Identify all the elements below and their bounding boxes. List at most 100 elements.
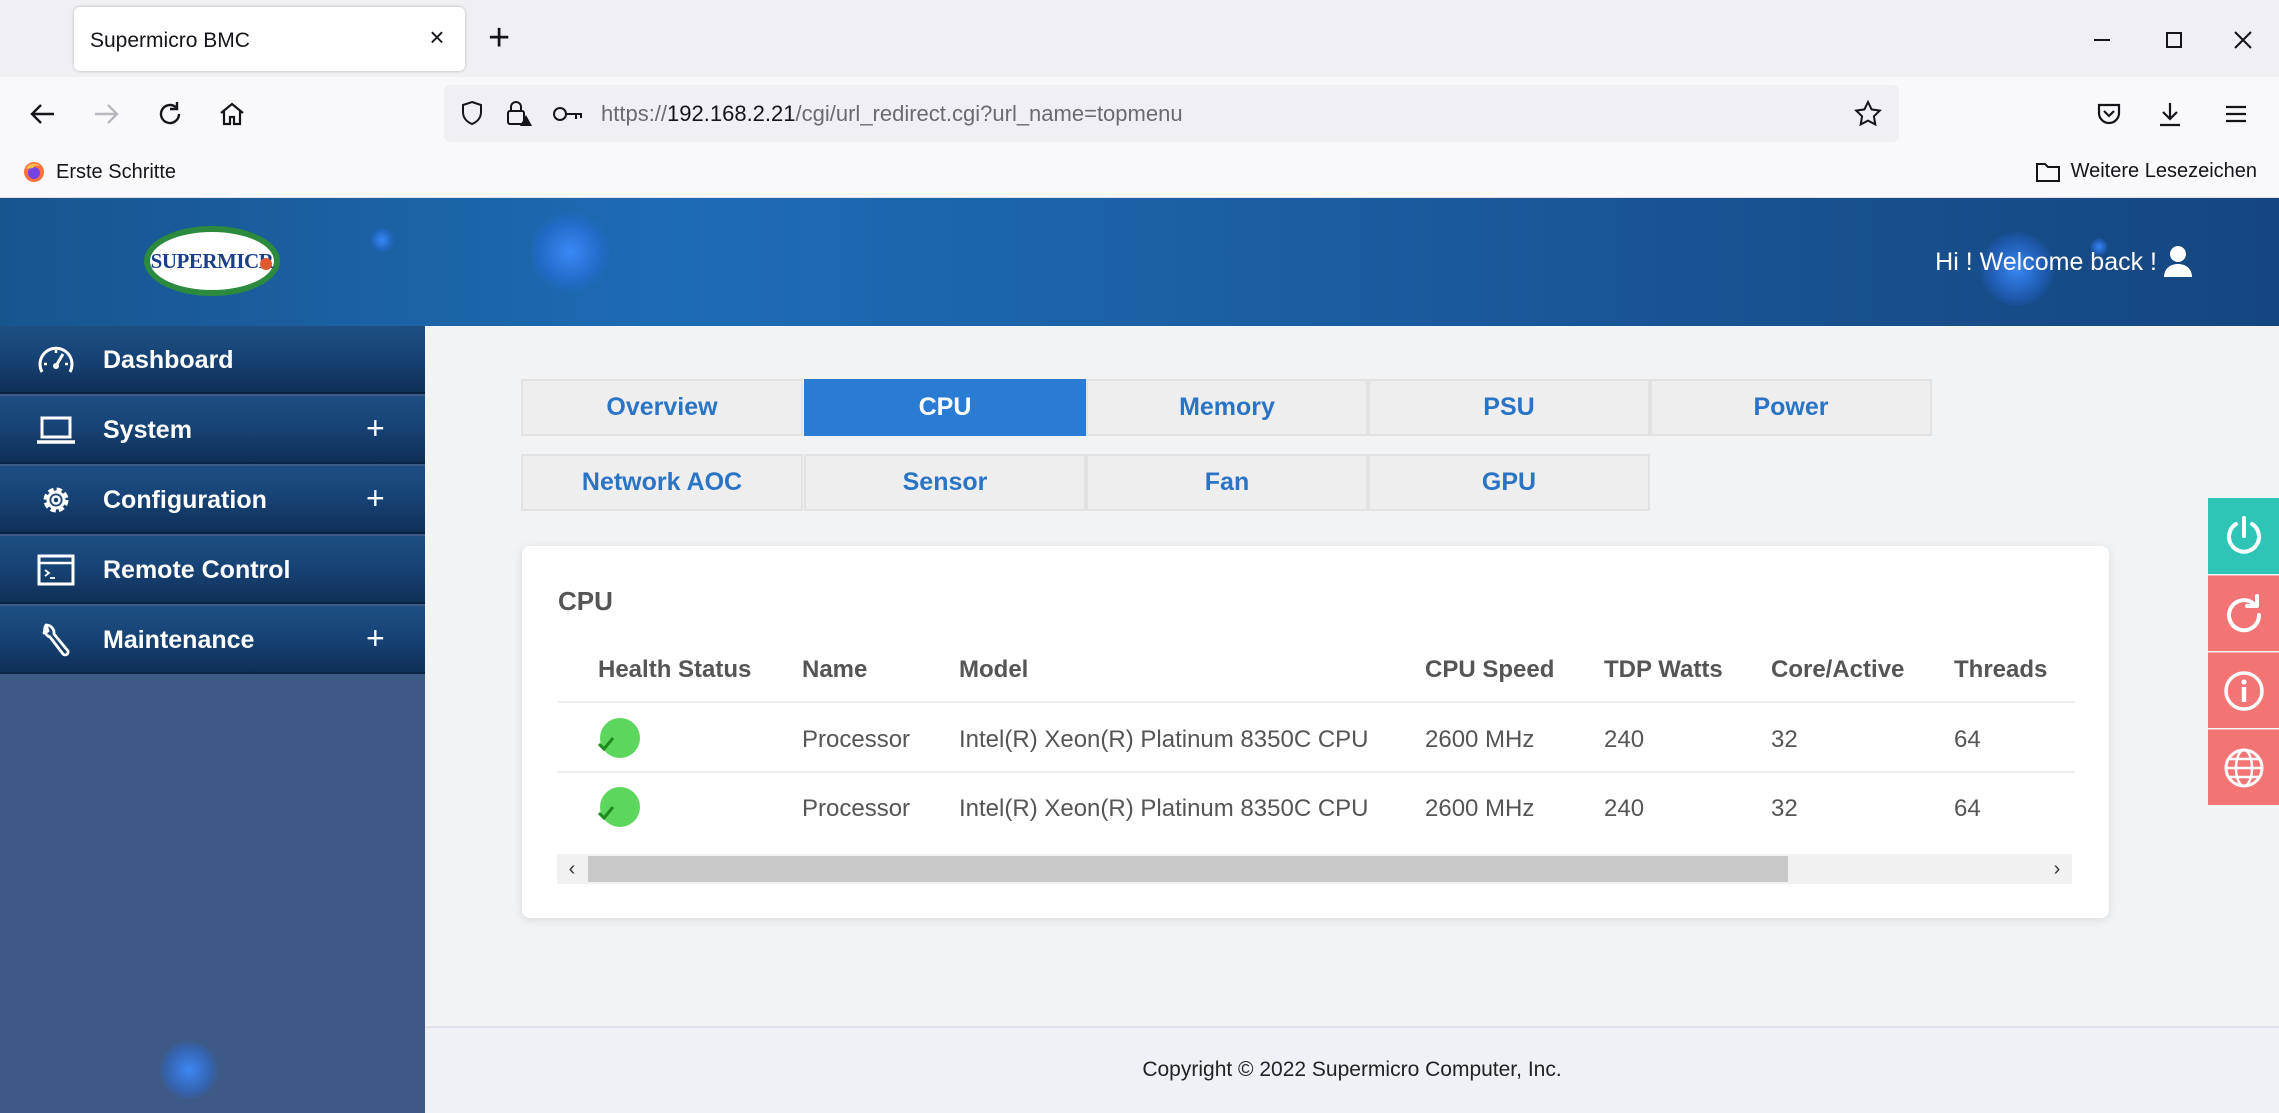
folder-icon [2035, 162, 2060, 182]
sidebar-item-dashboard[interactable]: Dashboard [0, 326, 425, 394]
url-text[interactable]: https://192.168.2.21/cgi/url_redirect.cg… [601, 101, 1183, 127]
cell-model: Intel(R) Xeon(R) Platinum 8350C CPU [959, 726, 1369, 753]
globe-icon [2224, 748, 2263, 787]
decor-glow [160, 1041, 218, 1099]
new-tab-button[interactable]: + [488, 18, 510, 58]
column-header-model[interactable]: Model [959, 656, 1028, 684]
column-header-threads[interactable]: Threads [1954, 656, 2047, 684]
expand-plus-icon[interactable]: + [366, 480, 385, 516]
reload-icon[interactable] [151, 95, 189, 133]
minimize-icon[interactable] [2082, 20, 2122, 60]
tab-title: Supermicro BMC [90, 29, 250, 52]
gauge-icon [38, 346, 74, 373]
lock-warning-icon[interactable] [504, 99, 534, 129]
url-path: /cgi/url_redirect.cgi?url_name=topmenu [795, 101, 1183, 126]
sidebar: Dashboard System + Configuration + Remot… [0, 326, 425, 1113]
scroll-right-icon[interactable]: › [2042, 854, 2072, 884]
key-icon[interactable] [552, 102, 584, 126]
page-footer: Copyright © 2022 Supermicro Computer, In… [425, 1026, 2279, 1113]
bookmark-other[interactable]: Weitere Lesezeichen [2035, 160, 2257, 183]
menu-icon[interactable] [2217, 95, 2255, 133]
url-scheme: https:// [601, 101, 668, 126]
back-icon[interactable] [24, 95, 62, 133]
table-scrollbar-thumb[interactable] [588, 856, 1788, 882]
power-button[interactable] [2208, 498, 2279, 574]
sidebar-item-maintenance[interactable]: Maintenance + [0, 606, 425, 674]
copyright-text: Copyright © 2022 Supermicro Computer, In… [1142, 1058, 1562, 1081]
bookmark-erste-schritte[interactable]: Erste Schritte [22, 160, 176, 184]
laptop-icon [37, 416, 75, 444]
bookmark-label: Erste Schritte [56, 160, 177, 183]
sidebar-item-label: System [103, 416, 192, 444]
maximize-icon[interactable] [2154, 20, 2194, 60]
home-icon[interactable] [213, 95, 251, 133]
logo-text: SUPERMICR [150, 248, 274, 273]
tab-power[interactable]: Power [1650, 379, 1932, 436]
tab-cpu[interactable]: CPU [804, 379, 1086, 436]
sidebar-item-configuration[interactable]: Configuration + [0, 466, 425, 534]
sidebar-item-label: Remote Control [103, 556, 291, 584]
tab-network-aoc[interactable]: Network AOC [521, 454, 803, 511]
pocket-icon[interactable] [2090, 95, 2128, 133]
decor-glow [530, 212, 610, 292]
forward-icon[interactable] [87, 95, 125, 133]
cell-tdp: 240 [1604, 726, 1645, 753]
refresh-button[interactable] [2208, 575, 2279, 651]
tab-memory[interactable]: Memory [1086, 379, 1368, 436]
cell-threads: 64 [1954, 726, 1981, 753]
sidebar-item-remote-control[interactable]: Remote Control [0, 536, 425, 604]
bmc-header: SUPERMICR Hi ! Welcome back ! [0, 198, 2279, 326]
column-header-name[interactable]: Name [802, 656, 867, 684]
decor-glow [370, 228, 394, 252]
browser-tabstrip: Supermicro BMC × + [0, 0, 2279, 77]
gear-icon [43, 487, 69, 513]
bookmarks-bar: Erste Schritte Weitere Lesezeichen [0, 150, 2279, 198]
scroll-left-icon[interactable]: ‹ [557, 854, 587, 884]
info-icon [2223, 670, 2264, 711]
sidebar-item-system[interactable]: System + [0, 396, 425, 464]
divider [558, 701, 2075, 703]
cell-tdp: 240 [1604, 795, 1645, 822]
logo-dot [260, 258, 272, 270]
cell-model: Intel(R) Xeon(R) Platinum 8350C CPU [959, 795, 1369, 822]
column-header-health[interactable]: Health Status [598, 656, 751, 684]
cell-cores: 32 [1771, 726, 1798, 753]
language-button[interactable] [2208, 729, 2279, 805]
column-header-cores[interactable]: Core/Active [1771, 656, 1904, 684]
health-ok-icon [597, 718, 640, 758]
column-header-tdp[interactable]: TDP Watts [1604, 656, 1723, 684]
cell-name: Processor [802, 726, 911, 753]
wrench-icon [42, 623, 70, 657]
tab-fan[interactable]: Fan [1086, 454, 1368, 511]
terminal-window-icon [37, 554, 75, 586]
user-icon[interactable] [2163, 244, 2193, 278]
tab-gpu[interactable]: GPU [1368, 454, 1650, 511]
browser-navbar: https://192.168.2.21/cgi/url_redirect.cg… [0, 77, 2279, 150]
bookmark-label: Weitere Lesezeichen [2070, 160, 2257, 182]
tab-sensor[interactable]: Sensor [804, 454, 1086, 511]
column-header-speed[interactable]: CPU Speed [1425, 656, 1554, 684]
tab-close-icon[interactable]: × [423, 23, 451, 51]
browser-tab[interactable]: Supermicro BMC × [74, 7, 465, 71]
url-host: 192.168.2.21 [667, 101, 796, 126]
supermicro-logo[interactable]: SUPERMICR [144, 226, 280, 296]
cell-threads: 64 [1954, 795, 1981, 822]
welcome-text: Hi ! Welcome back ! [1935, 248, 2157, 276]
health-ok-icon [597, 787, 640, 827]
divider [558, 771, 2075, 773]
cell-name: Processor [802, 795, 911, 822]
refresh-icon [2226, 593, 2261, 632]
info-button[interactable] [2208, 652, 2279, 728]
bookmark-star-icon[interactable] [1853, 99, 1883, 129]
cell-speed: 2600 MHz [1425, 795, 1535, 822]
tab-psu[interactable]: PSU [1368, 379, 1650, 436]
shield-icon[interactable] [458, 99, 486, 127]
expand-plus-icon[interactable]: + [366, 410, 385, 446]
download-icon[interactable] [2151, 95, 2189, 133]
close-window-icon[interactable] [2223, 20, 2263, 60]
firefox-icon [24, 162, 44, 182]
expand-plus-icon[interactable]: + [366, 620, 385, 656]
sidebar-item-label: Dashboard [103, 346, 234, 374]
tab-overview[interactable]: Overview [521, 379, 803, 436]
url-bar[interactable]: https://192.168.2.21/cgi/url_redirect.cg… [444, 85, 1899, 142]
